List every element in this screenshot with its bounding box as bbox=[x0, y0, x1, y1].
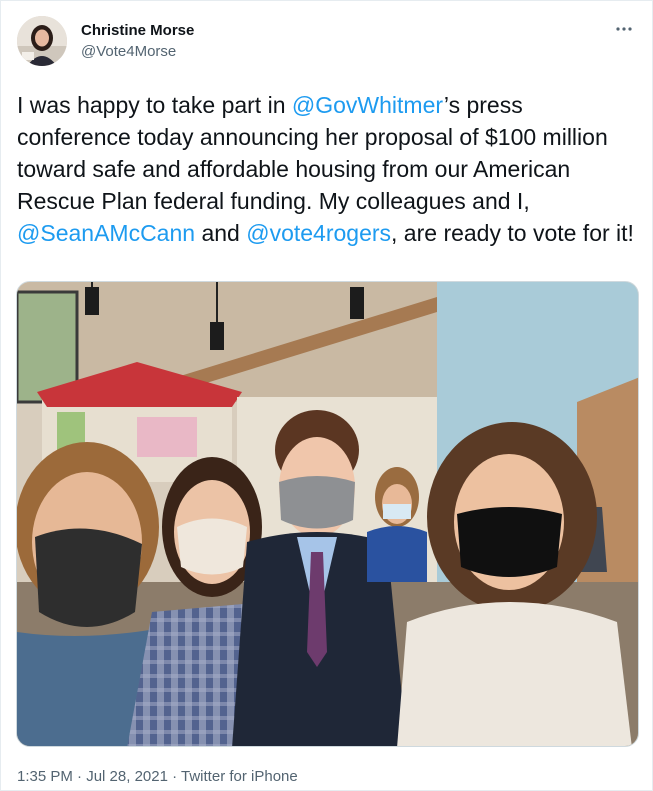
tweet-source[interactable]: Twitter for iPhone bbox=[181, 768, 298, 785]
tweet-date[interactable]: Jul 28, 2021 bbox=[86, 768, 168, 785]
tweet-metadata: 1:35 PM · Jul 28, 2021 · Twitter for iPh… bbox=[17, 767, 298, 787]
mention-govwhitmer[interactable]: @GovWhitmer bbox=[292, 92, 444, 118]
meta-separator: · bbox=[167, 768, 182, 785]
more-options-button[interactable] bbox=[612, 19, 636, 39]
avatar-image bbox=[17, 16, 67, 66]
avatar[interactable] bbox=[17, 16, 67, 66]
mention-vote4rogers[interactable]: @vote4rogers bbox=[246, 220, 391, 246]
tweet-card: Christine Morse @Vote4Morse I was happy … bbox=[0, 0, 653, 791]
mention-seanamccann[interactable]: @SeanAMcCann bbox=[17, 220, 195, 246]
tweet-photo[interactable] bbox=[16, 281, 639, 747]
tweet-text: I was happy to take part in @GovWhitmer’… bbox=[17, 89, 642, 249]
more-horizontal-icon bbox=[616, 27, 632, 31]
author-info: Christine Morse @Vote4Morse bbox=[81, 21, 194, 62]
tweet-time[interactable]: 1:35 PM bbox=[17, 768, 73, 785]
author-handle[interactable]: @Vote4Morse bbox=[81, 42, 194, 62]
tweet-text-segment: I was happy to take part in bbox=[17, 92, 292, 118]
group-selfie-photo bbox=[17, 282, 638, 746]
meta-separator: · bbox=[72, 768, 87, 785]
author-display-name[interactable]: Christine Morse bbox=[81, 21, 194, 41]
tweet-text-segment: and bbox=[195, 220, 247, 246]
tweet-text-segment: , are ready to vote for it! bbox=[391, 220, 634, 246]
